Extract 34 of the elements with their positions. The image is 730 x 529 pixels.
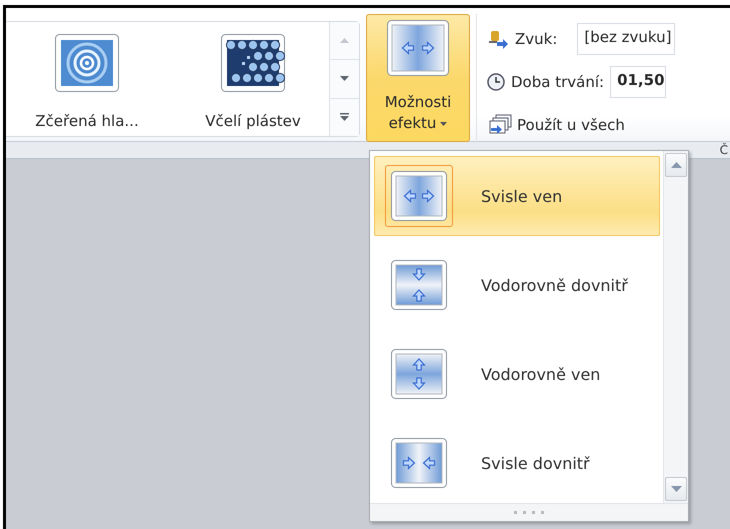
split-arrows-icon (391, 260, 447, 310)
grip-icon (514, 511, 544, 514)
more-button[interactable] (330, 98, 359, 136)
split-arrows-icon (391, 171, 447, 221)
up-arrow-icon (670, 162, 682, 168)
honeycomb-icon (221, 34, 285, 92)
sound-field[interactable]: [bez zvuku] (577, 23, 674, 55)
duration-label: Doba trvání: (511, 73, 604, 91)
ripple-icon (55, 34, 119, 92)
effect-options-button[interactable]: Možnosti efektu (366, 14, 470, 142)
up-arrow-icon (340, 38, 349, 44)
caret-icon (440, 122, 448, 126)
scroll-down-button[interactable] (665, 477, 687, 501)
split-arrows-icon (391, 349, 447, 399)
speaker-icon (487, 29, 509, 49)
menu-item[interactable]: Vodorovně ven (374, 334, 660, 414)
split-arrows-icon (391, 438, 447, 488)
sound-label: Zvuk: (515, 30, 558, 48)
gallery-item-label[interactable]: Zčeřená hla... (35, 112, 139, 130)
menu-item[interactable]: Vodorovně dovnitř (374, 245, 660, 325)
scroll-up-button[interactable] (665, 153, 687, 177)
resize-grip[interactable] (370, 503, 688, 521)
more-icon (340, 113, 349, 122)
gallery-item-label[interactable]: Včelí plástev (205, 112, 301, 130)
group-label: Č (720, 142, 729, 158)
apply-all-button[interactable]: Použít u všech (487, 108, 674, 142)
slides-icon (487, 114, 513, 136)
menu-item[interactable]: Svisle ven (374, 156, 660, 236)
clock-icon (487, 73, 505, 91)
duration-field[interactable]: 01,50 (610, 66, 666, 98)
split-arrows-icon (387, 20, 449, 76)
down-arrow-icon (340, 76, 349, 82)
menu-item[interactable]: Svisle dovnitř (374, 423, 660, 503)
down-arrow-icon (670, 486, 682, 492)
